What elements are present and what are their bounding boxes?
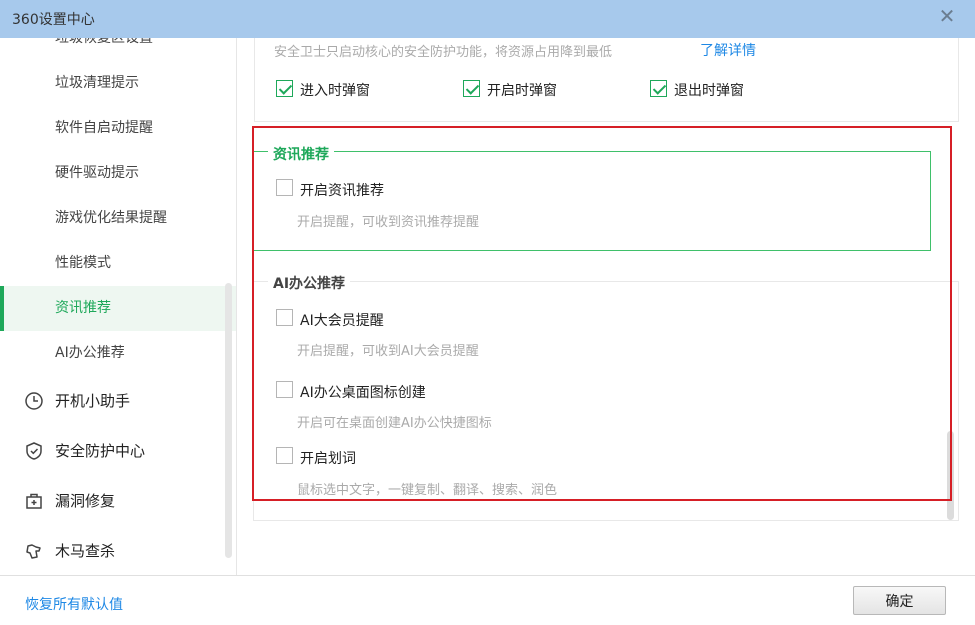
sidebar-item-label: 漏洞修复: [55, 492, 116, 510]
exit-popup-checkbox[interactable]: [650, 80, 667, 97]
sidebar-item-ai-office[interactable]: AI办公推荐: [0, 331, 236, 376]
title-bar: 360设置中心 ✕: [0, 0, 975, 38]
exit-popup-label[interactable]: 退出时弹窗: [674, 80, 744, 100]
sidebar-item-label: 开机小助手: [55, 392, 131, 410]
ai-vip-reminder-hint: 开启提醒，可收到AI大会员提醒: [297, 344, 479, 359]
medical-kit-icon: [26, 493, 42, 509]
sidebar-scrollbar[interactable]: [225, 283, 232, 558]
sidebar-item-boot-assistant[interactable]: 开机小助手: [0, 376, 236, 426]
enable-news-label[interactable]: 开启资讯推荐: [300, 180, 384, 200]
ai-desktop-icon-label[interactable]: AI办公桌面图标创建: [300, 382, 426, 402]
ai-desktop-icon-checkbox[interactable]: [276, 381, 293, 398]
restore-defaults-link[interactable]: 恢复所有默认值: [25, 594, 123, 614]
sidebar-item-autostart[interactable]: 软件自启动提醒: [0, 106, 236, 151]
sidebar: 垃圾恢复区设置 垃圾清理提示 软件自启动提醒 硬件驱动提示 游戏优化结果提醒 性…: [0, 38, 237, 575]
word-selection-checkbox[interactable]: [276, 447, 293, 464]
start-popup-checkbox[interactable]: [463, 80, 480, 97]
ai-desktop-icon-hint: 开启可在桌面创建AI办公快捷图标: [297, 416, 492, 431]
content-scrollbar[interactable]: [947, 431, 954, 520]
start-popup-label[interactable]: 开启时弹窗: [487, 80, 557, 100]
learn-more-link[interactable]: 了解详情: [700, 40, 756, 60]
settings-content: 安全卫士只启动核心的安全防护功能，将资源占用降到最低 了解详情 进入时弹窗 开启…: [238, 38, 975, 575]
enable-news-hint: 开启提醒，可收到资讯推荐提醒: [297, 215, 480, 230]
horse-icon: [26, 544, 41, 559]
news-recommend-group: [253, 151, 931, 251]
window-title: 360设置中心: [12, 12, 95, 28]
sidebar-item-driver[interactable]: 硬件驱动提示: [0, 151, 236, 196]
sidebar-item-trash-recovery[interactable]: 垃圾恢复区设置: [0, 38, 236, 61]
sidebar-item-vulnerability-fix[interactable]: 漏洞修复: [0, 476, 236, 526]
sidebar-item-news[interactable]: 资讯推荐: [0, 286, 236, 331]
sidebar-item-label: 安全防护中心: [55, 442, 146, 460]
top-description: 安全卫士只启动核心的安全防护功能，将资源占用降到最低: [274, 45, 613, 60]
word-selection-hint: 鼠标选中文字，一键复制、翻译、搜索、润色: [297, 483, 558, 498]
sidebar-item-trojan-scan[interactable]: 木马查杀: [0, 526, 236, 575]
sidebar-item-trash-clean[interactable]: 垃圾清理提示: [0, 61, 236, 106]
news-recommend-title: 资讯推荐: [268, 144, 334, 164]
sidebar-item-game-optimize[interactable]: 游戏优化结果提醒: [0, 196, 236, 241]
enter-popup-checkbox[interactable]: [276, 80, 293, 97]
enable-news-checkbox[interactable]: [276, 179, 293, 196]
ai-vip-reminder-checkbox[interactable]: [276, 309, 293, 326]
sidebar-item-security-center[interactable]: 安全防护中心: [0, 426, 236, 476]
close-icon[interactable]: ✕: [935, 4, 959, 28]
clock-icon: [25, 392, 43, 410]
shield-check-icon: [26, 442, 42, 460]
sidebar-item-label: 木马查杀: [55, 542, 116, 560]
ai-vip-reminder-label[interactable]: AI大会员提醒: [300, 310, 384, 330]
sidebar-item-performance[interactable]: 性能模式: [0, 241, 236, 286]
ai-office-title: AI办公推荐: [268, 273, 351, 293]
footer: 恢复所有默认值 确定: [0, 575, 975, 625]
enter-popup-label[interactable]: 进入时弹窗: [300, 80, 370, 100]
word-selection-label[interactable]: 开启划词: [300, 448, 356, 468]
ok-button[interactable]: 确定: [853, 586, 946, 615]
